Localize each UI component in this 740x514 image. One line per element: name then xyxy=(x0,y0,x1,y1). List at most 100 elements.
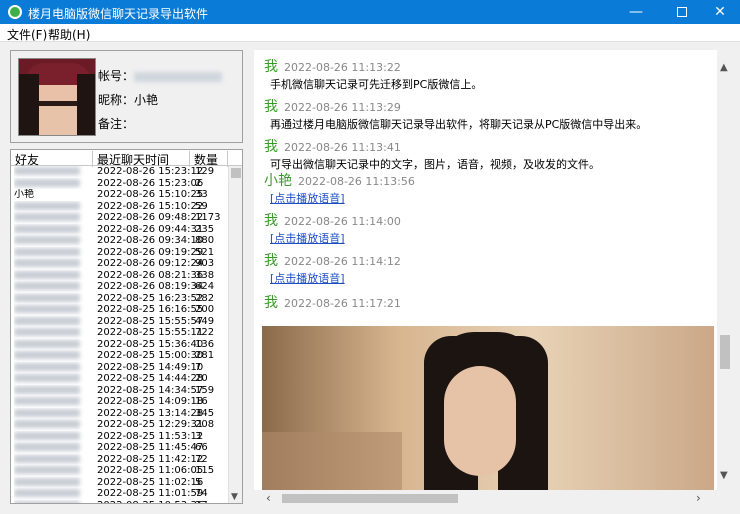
table-row[interactable]: 2022-08-25 15:36:40 136 xyxy=(11,339,229,351)
table-row[interactable]: 2022-08-25 11:53:12 3 xyxy=(11,431,229,443)
table-row[interactable]: 2022-08-25 16:16:55 200 xyxy=(11,304,229,316)
message-time: 2022-08-26 11:14:12 xyxy=(284,255,401,268)
table-row[interactable]: 2022-08-25 14:44:28 20 xyxy=(11,373,229,385)
friend-name xyxy=(14,327,92,339)
chevron-down-icon[interactable]: ▼ xyxy=(720,470,728,481)
friend-count: 20 xyxy=(195,373,208,384)
table-row[interactable]: 2022-08-26 15:23:06 2 xyxy=(11,178,229,190)
profile-panel: 帐号： 昵称：小艳 备注： xyxy=(10,50,243,143)
chevron-up-icon[interactable]: ▲ xyxy=(720,62,728,73)
table-row[interactable]: 2022-08-25 11:01:59 74 xyxy=(11,488,229,500)
friend-last-time: 2022-08-25 14:34:57 xyxy=(97,384,204,396)
table-row[interactable]: 2022-08-25 12:29:31 208 xyxy=(11,419,229,431)
friend-name xyxy=(14,166,92,178)
table-row[interactable]: 2022-08-26 09:12:24 903 xyxy=(11,258,229,270)
friend-count: 208 xyxy=(195,419,215,430)
friend-name xyxy=(14,304,92,316)
chevron-left-icon[interactable]: ‹ xyxy=(266,491,271,505)
play-voice-link[interactable]: [点击播放语音] xyxy=(270,190,345,206)
friend-name-blurred xyxy=(14,178,80,187)
friend-last-time: 2022-08-25 11:02:16 xyxy=(97,476,204,488)
friend-count: 281 xyxy=(195,350,215,361)
chat-vertical-scrollbar[interactable]: ▲ ▼ xyxy=(717,50,733,490)
friend-name xyxy=(14,212,92,224)
scrollbar-thumb[interactable] xyxy=(720,335,730,369)
chat-image[interactable] xyxy=(262,326,714,490)
chevron-right-icon[interactable]: › xyxy=(696,491,701,505)
table-row[interactable]: 2022-08-25 14:34:57 159 xyxy=(11,385,229,397)
friend-name-blurred xyxy=(14,236,80,244)
message-header: 我 2022-08-26 11:14:12 xyxy=(264,250,401,270)
table-row[interactable]: 2022-08-25 13:14:28 345 xyxy=(11,408,229,420)
friend-count: 282 xyxy=(195,292,215,304)
friend-last-time: 2022-08-25 14:49:10 xyxy=(97,361,204,373)
table-row[interactable]: 2022-08-25 11:02:16 5 xyxy=(11,477,229,489)
friend-name xyxy=(14,465,92,477)
table-row[interactable]: 2022-08-26 09:44:31 235 xyxy=(11,224,229,236)
table-row[interactable]: 2022-08-25 11:45:47 66 xyxy=(11,442,229,454)
table-row[interactable]: 2022-08-26 15:10:22 59 xyxy=(11,201,229,213)
message-header: 我 2022-08-26 11:13:29 xyxy=(264,96,401,116)
table-row[interactable]: 2022-08-25 11:42:12 72 xyxy=(11,454,229,466)
friend-name xyxy=(14,419,92,431)
friend-count: 72 xyxy=(195,453,208,465)
note-label: 备注： xyxy=(98,117,135,131)
table-row[interactable]: 2022-08-25 11:06:05 115 xyxy=(11,465,229,477)
table-row[interactable]: 2022-08-25 15:55:57 449 xyxy=(11,316,229,328)
table-row[interactable]: 2022-08-25 14:09:18 16 xyxy=(11,396,229,408)
column-header-friend[interactable]: 好友 xyxy=(11,151,93,167)
close-button[interactable]: ✕ xyxy=(698,0,740,24)
friend-last-time: 2022-08-26 08:19:34 xyxy=(97,281,204,292)
message-sender: 我 xyxy=(264,99,278,115)
menu-file[interactable]: 文件(F) xyxy=(7,26,47,43)
column-header-count[interactable]: 数量 xyxy=(190,151,228,167)
friend-name xyxy=(14,442,92,454)
friend-count: 1173 xyxy=(195,212,221,223)
chat-horizontal-scrollbar[interactable]: ‹ › xyxy=(254,490,717,506)
friend-name-blurred xyxy=(14,443,80,451)
message-sender: 我 xyxy=(264,213,278,229)
friend-list-scrollbar[interactable]: ▼ xyxy=(228,166,242,503)
table-row[interactable]: 2022-08-25 15:55:11 722 xyxy=(11,327,229,339)
friend-name-blurred xyxy=(14,328,80,336)
friend-name xyxy=(14,235,92,247)
friend-last-time: 2022-08-25 15:00:30 xyxy=(97,350,204,361)
table-row[interactable]: 2022-08-26 09:34:10 880 xyxy=(11,235,229,247)
friend-name-blurred xyxy=(14,305,80,313)
friend-name: 小艳 xyxy=(14,189,34,200)
friend-last-time: 2022-08-26 09:12:24 xyxy=(97,258,204,269)
minimize-button[interactable]: — xyxy=(614,0,658,24)
table-row[interactable]: 小艳 2022-08-26 15:10:25 33 xyxy=(11,189,229,201)
message-sender: 我 xyxy=(264,59,278,75)
table-row[interactable]: 2022-08-25 10:53:3627 xyxy=(11,500,229,503)
message-time: 2022-08-26 11:13:22 xyxy=(284,61,401,74)
message-time: 2022-08-26 11:13:29 xyxy=(284,101,401,114)
friend-count: 200 xyxy=(195,304,215,315)
friend-name xyxy=(14,270,92,282)
column-header-last-time[interactable]: 最近聊天时间 xyxy=(93,151,190,167)
friend-name-blurred xyxy=(14,351,80,359)
table-row[interactable]: 2022-08-26 08:21:36 338 xyxy=(11,270,229,282)
table-row[interactable]: 2022-08-26 09:19:29 521 xyxy=(11,247,229,259)
friend-last-time: 2022-08-26 09:34:10 xyxy=(97,235,204,246)
friend-name xyxy=(14,201,92,213)
scrollbar-thumb[interactable] xyxy=(231,168,241,178)
table-row[interactable]: 2022-08-26 09:48:22 1173 xyxy=(11,212,229,224)
chevron-down-icon[interactable]: ▼ xyxy=(231,492,238,502)
table-row[interactable]: 2022-08-26 15:23:12 129 xyxy=(11,166,229,178)
table-row[interactable]: 2022-08-25 15:00:30 281 xyxy=(11,350,229,362)
menu-help[interactable]: 帮助(H) xyxy=(48,26,90,43)
table-row[interactable]: 2022-08-26 08:19:34 624 xyxy=(11,281,229,293)
play-voice-link[interactable]: [点击播放语音] xyxy=(270,230,345,246)
friend-name xyxy=(14,431,92,443)
friend-list: 好友 最近聊天时间 数量 2022-08-26 15:23:12 129 2022-… xyxy=(10,149,243,504)
friend-name xyxy=(14,488,92,500)
table-row[interactable]: 2022-08-25 14:49:10 7 xyxy=(11,362,229,374)
friend-name xyxy=(14,178,92,190)
friend-name-blurred xyxy=(14,374,80,382)
message-header: 小艳 2022-08-26 11:13:56 xyxy=(264,170,415,190)
play-voice-link[interactable]: [点击播放语音] xyxy=(270,270,345,286)
friend-count: 33 xyxy=(195,189,208,200)
scrollbar-thumb[interactable] xyxy=(282,494,458,503)
table-row[interactable]: 2022-08-25 16:23:52 282 xyxy=(11,293,229,305)
